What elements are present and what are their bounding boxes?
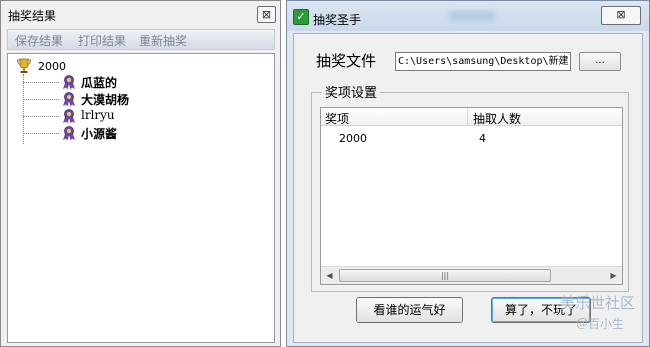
file-label: 抽奖文件 <box>316 52 377 70</box>
save-results-button[interactable]: 保存结果 <box>15 32 63 49</box>
results-close-button[interactable]: ⊠ <box>257 6 276 23</box>
tree-winner-item[interactable]: 瓜蓝的 <box>23 74 223 90</box>
prize-list[interactable]: 奖项 抽取人数 2000 4 ◀ ||| ▶ <box>320 107 623 285</box>
blurred-title-region <box>449 11 495 21</box>
tree-winner-item[interactable]: 大漠胡杨 <box>23 91 223 107</box>
browse-button[interactable]: ... <box>579 52 621 71</box>
scroll-left-icon[interactable]: ◀ <box>321 267 338 284</box>
prize-settings-group: 奖项设置 奖项 抽取人数 2000 4 ◀ ||| ▶ <box>311 82 629 292</box>
prize-ribbon-icon <box>63 109 75 124</box>
results-toolbar: 保存结果 打印结果 重新抽奖 <box>7 29 275 50</box>
results-window: 抽奖结果 ⊠ 保存结果 打印结果 重新抽奖 2000 瓜蓝的 大漠胡杨 lrlr… <box>0 0 281 347</box>
column-header-prize[interactable]: 奖项 <box>325 110 349 127</box>
column-header-count[interactable]: 抽取人数 <box>473 110 521 127</box>
winner-name: 小源酱 <box>81 127 118 141</box>
trophy-icon <box>17 58 31 73</box>
winner-name: 大漠胡杨 <box>81 93 130 107</box>
redraw-button[interactable]: 重新抽奖 <box>139 32 187 49</box>
tree-root-label: 2000 <box>38 60 66 73</box>
tree-winner-item[interactable]: 小源酱 <box>23 125 223 141</box>
scroll-thumb[interactable]: ||| <box>339 269 551 282</box>
horizontal-scrollbar[interactable]: ◀ ||| ▶ <box>321 266 622 284</box>
results-window-title: 抽奖结果 <box>8 9 57 23</box>
lottery-window-title: 抽奖圣手 <box>313 13 362 27</box>
print-results-button[interactable]: 打印结果 <box>78 32 126 49</box>
prize-cell: 2000 <box>339 132 367 145</box>
prize-ribbon-icon <box>63 126 75 141</box>
scroll-right-icon[interactable]: ▶ <box>605 267 622 284</box>
prize-settings-title: 奖项设置 <box>322 82 381 101</box>
prize-ribbon-icon <box>63 92 75 107</box>
winner-name: 瓜蓝的 <box>81 76 118 90</box>
watermark-author: ＠百小生 <box>576 317 625 331</box>
watermark-site: 美乐世社区 <box>560 294 636 312</box>
count-cell: 4 <box>479 132 486 145</box>
tree-winner-item[interactable]: lrlryu <box>23 108 223 124</box>
prize-ribbon-icon <box>63 75 75 90</box>
lottery-close-button[interactable]: ⊠ <box>601 6 641 25</box>
lottery-title-bar[interactable]: ✓ 抽奖圣手 ⊠ <box>287 1 649 31</box>
results-tree[interactable]: 2000 瓜蓝的 大漠胡杨 lrlryu 小源酱 <box>7 53 275 343</box>
app-logo-icon: ✓ <box>293 9 309 25</box>
winner-name: lrlryu <box>81 108 115 122</box>
draw-lucky-button[interactable]: 看谁的运气好 <box>356 297 463 323</box>
results-title-bar[interactable]: 抽奖结果 ⊠ <box>1 1 280 27</box>
prize-list-header: 奖项 抽取人数 <box>321 108 622 126</box>
file-path-input[interactable]: C:\Users\samsung\Desktop\新建 <box>395 52 571 71</box>
